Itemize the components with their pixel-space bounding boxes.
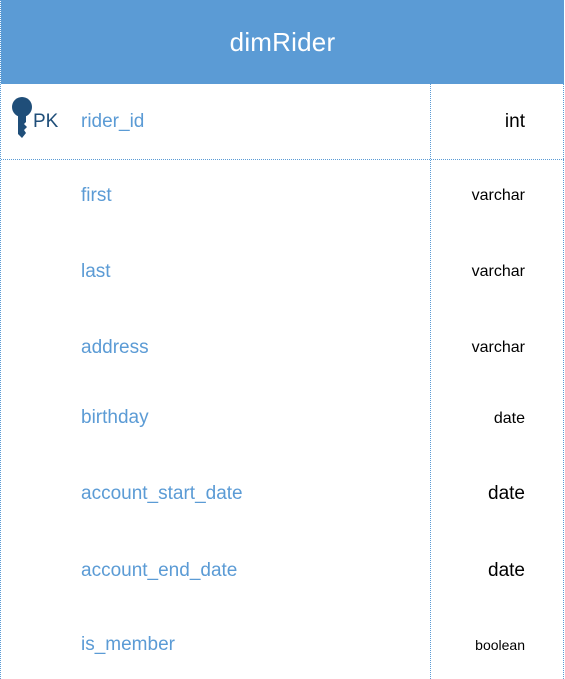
field-type-address: varchar (471, 339, 525, 356)
field-type-account-end-date: date (488, 560, 525, 581)
type-column-divider (430, 84, 431, 679)
field-type-first: varchar (471, 187, 525, 204)
field-name-address: address (81, 337, 149, 358)
primary-key-label: PK (33, 111, 59, 132)
field-name-last: last (81, 261, 111, 282)
field-name-account-start-date: account_start_date (81, 483, 243, 504)
field-type-is-member: boolean (475, 637, 525, 653)
field-type-account-start-date: date (488, 483, 525, 504)
field-type-rider-id: int (504, 111, 525, 132)
field-name-is-member: is_member (81, 634, 175, 655)
field-name-rider-id: rider_id (81, 111, 145, 132)
field-type-birthday: date (493, 410, 525, 427)
field-name-birthday: birthday (81, 407, 149, 428)
field-type-last: varchar (471, 263, 525, 280)
entity-title: dimRider (229, 26, 336, 57)
entity-header: dimRider (1, 0, 564, 84)
field-name-account-end-date: account_end_date (81, 560, 238, 581)
key-icon (12, 97, 32, 138)
field-name-first: first (81, 185, 112, 206)
entity-dimrider[interactable]: dimRider PK rider_id int first varchar l… (0, 0, 564, 679)
